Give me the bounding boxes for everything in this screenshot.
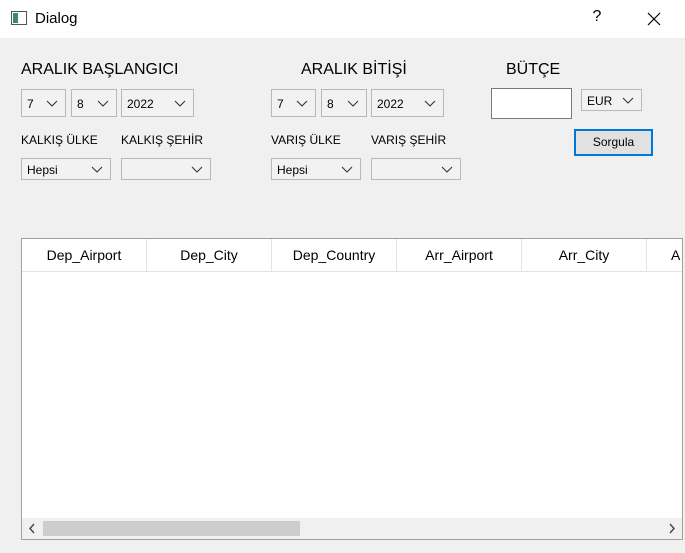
end-day-value: 8 [327, 97, 334, 111]
chevron-down-icon [46, 100, 58, 107]
end-year-value: 2022 [377, 97, 404, 111]
range-end-heading: ARALIK BİTİŞİ [301, 61, 407, 78]
start-year-select[interactable]: 2022 [121, 89, 194, 117]
range-start-heading: ARALIK BAŞLANGICI [21, 61, 179, 78]
chevron-down-icon [424, 100, 436, 107]
chevron-down-icon [91, 166, 103, 173]
chevron-down-icon [341, 166, 353, 173]
start-month-value: 7 [27, 97, 34, 111]
arrow-left-icon [29, 523, 35, 534]
start-year-value: 2022 [127, 97, 154, 111]
start-day-select[interactable]: 8 [71, 89, 117, 117]
arrival-city-label: VARIŞ ŞEHİR [371, 133, 447, 147]
close-button[interactable] [641, 7, 667, 31]
end-day-select[interactable]: 8 [321, 89, 367, 117]
end-month-select[interactable]: 7 [271, 89, 316, 117]
scroll-left-button[interactable] [22, 518, 42, 539]
scroll-thumb[interactable] [43, 521, 300, 536]
horizontal-scrollbar[interactable] [22, 518, 682, 539]
chevron-down-icon [296, 100, 308, 107]
column-header[interactable]: Dep_Country [272, 239, 397, 271]
arrival-country-label: VARIŞ ÜLKE [271, 133, 341, 147]
chevron-down-icon [97, 100, 109, 107]
window-app-icon [11, 11, 27, 25]
end-year-select[interactable]: 2022 [371, 89, 444, 117]
column-header[interactable]: Dep_Airport [22, 239, 147, 271]
chevron-down-icon [191, 166, 203, 173]
close-icon [647, 12, 661, 26]
departure-country-label: KALKIŞ ÜLKE [21, 133, 98, 147]
column-header[interactable]: Arr_Airport [397, 239, 522, 271]
currency-value: EUR [587, 94, 613, 108]
window-title: Dialog [35, 10, 78, 27]
departure-country-value: Hepsi [27, 163, 58, 177]
results-table[interactable]: Dep_Airport Dep_City Dep_Country Arr_Air… [21, 238, 683, 540]
title-bar: Dialog ? [0, 0, 685, 38]
chevron-down-icon [622, 97, 634, 104]
chevron-down-icon [174, 100, 186, 107]
chevron-down-icon [347, 100, 359, 107]
query-button[interactable]: Sorgula [574, 129, 653, 156]
budget-input[interactable] [491, 88, 572, 119]
arrival-city-select[interactable] [371, 158, 461, 180]
end-month-value: 7 [277, 97, 284, 111]
start-month-select[interactable]: 7 [21, 89, 66, 117]
help-button[interactable]: ? [585, 8, 609, 30]
departure-city-label: KALKIŞ ŞEHİR [121, 133, 204, 147]
start-day-value: 8 [77, 97, 84, 111]
scroll-right-button[interactable] [662, 518, 682, 539]
departure-city-select[interactable] [121, 158, 211, 180]
column-header[interactable]: Dep_City [147, 239, 272, 271]
column-header[interactable]: Arr_City [522, 239, 647, 271]
departure-country-select[interactable]: Hepsi [21, 158, 111, 180]
arrow-right-icon [669, 523, 675, 534]
budget-heading: BÜTÇE [506, 61, 561, 78]
table-header: Dep_Airport Dep_City Dep_Country Arr_Air… [22, 239, 682, 272]
currency-select[interactable]: EUR [581, 89, 642, 111]
chevron-down-icon [441, 166, 453, 173]
arrival-country-select[interactable]: Hepsi [271, 158, 361, 180]
column-header[interactable]: A [647, 239, 682, 271]
arrival-country-value: Hepsi [277, 163, 308, 177]
